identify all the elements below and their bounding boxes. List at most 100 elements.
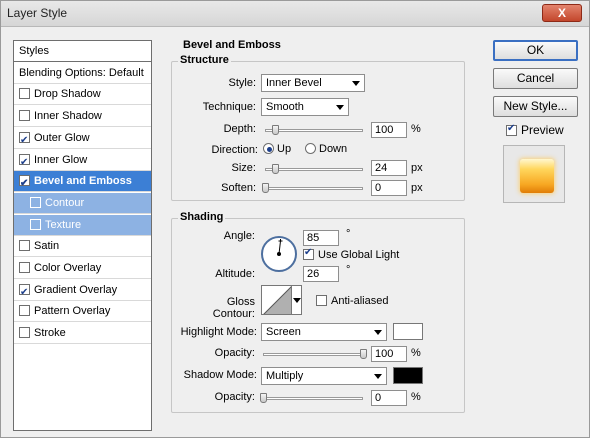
altitude-unit: ° bbox=[346, 264, 351, 276]
style-item-stroke-label: Stroke bbox=[34, 327, 66, 340]
style-dropdown[interactable]: Inner Bevel bbox=[261, 74, 365, 92]
shadow-color-swatch[interactable] bbox=[393, 367, 423, 384]
gloss-contour-dropdown[interactable] bbox=[291, 285, 302, 315]
style-item-inner-glow-label: Inner Glow bbox=[34, 153, 88, 166]
style-item-inner-shadow[interactable]: Inner Shadow bbox=[14, 106, 151, 128]
checkbox-unchecked-icon[interactable] bbox=[19, 240, 30, 252]
checkbox-checked-icon bbox=[506, 123, 517, 136]
checkbox-checked-icon[interactable] bbox=[19, 130, 30, 151]
depth-slider[interactable] bbox=[265, 129, 363, 132]
shadow-mode-label: Shadow Mode: bbox=[183, 369, 257, 381]
chevron-down-icon bbox=[374, 330, 382, 335]
checkbox-checked-icon[interactable] bbox=[19, 173, 30, 194]
shadow-mode-dropdown[interactable]: Multiply bbox=[261, 367, 387, 385]
style-item-texture-label: Texture bbox=[45, 218, 82, 231]
direction-down-label: Down bbox=[319, 143, 348, 155]
depth-label: Depth: bbox=[223, 123, 256, 135]
style-item-outer-glow[interactable]: Outer Glow bbox=[14, 128, 151, 151]
preview-thumbnail bbox=[520, 159, 554, 193]
checkbox-unchecked-icon[interactable] bbox=[19, 110, 30, 122]
angle-dial[interactable] bbox=[261, 236, 297, 272]
altitude-input[interactable]: 26 bbox=[303, 266, 339, 282]
angle-unit: ° bbox=[346, 228, 351, 240]
style-item-gradient-overlay[interactable]: Gradient Overlay bbox=[14, 280, 151, 303]
use-global-light-label: Use Global Light bbox=[318, 249, 400, 261]
highlight-opacity-label: Opacity: bbox=[214, 347, 255, 359]
chevron-down-icon bbox=[352, 81, 360, 86]
highlight-opacity-input[interactable]: 100 bbox=[371, 346, 407, 362]
chevron-down-icon bbox=[336, 105, 344, 110]
use-global-light-checkbox[interactable]: Use Global Light bbox=[303, 247, 400, 261]
shadow-opacity-slider[interactable] bbox=[263, 397, 363, 400]
checkbox-checked-icon bbox=[303, 247, 314, 260]
style-item-stroke[interactable]: Stroke bbox=[14, 323, 151, 345]
checkbox-unchecked-icon[interactable] bbox=[30, 218, 41, 230]
style-dropdown-value: Inner Bevel bbox=[266, 77, 322, 89]
ok-button[interactable]: OK bbox=[493, 40, 578, 61]
soften-unit: px bbox=[411, 182, 423, 194]
close-button[interactable]: X bbox=[542, 4, 582, 22]
checkbox-unchecked-icon[interactable] bbox=[19, 305, 30, 317]
styles-header-label: Styles bbox=[19, 45, 49, 57]
anti-aliased-label: Anti-aliased bbox=[331, 295, 389, 307]
style-item-satin[interactable]: Satin bbox=[14, 236, 151, 258]
checkbox-unchecked-icon[interactable] bbox=[19, 262, 30, 273]
style-item-drop-shadow[interactable]: Drop Shadow bbox=[14, 84, 151, 106]
shadow-opacity-thumb[interactable] bbox=[260, 393, 267, 403]
checkbox-unchecked-icon[interactable] bbox=[19, 327, 30, 339]
preview-label: Preview bbox=[521, 123, 564, 137]
technique-dropdown-value: Smooth bbox=[266, 101, 304, 113]
soften-input[interactable]: 0 bbox=[371, 180, 407, 196]
style-item-gradient-overlay-label: Gradient Overlay bbox=[34, 283, 118, 296]
depth-input[interactable]: 100 bbox=[371, 122, 407, 138]
anti-aliased-checkbox[interactable]: Anti-aliased bbox=[316, 295, 388, 307]
angle-input[interactable]: 85 bbox=[303, 230, 339, 246]
style-preview bbox=[503, 145, 565, 203]
style-item-color-overlay[interactable]: Color Overlay bbox=[14, 258, 151, 279]
shadow-opacity-input[interactable]: 0 bbox=[371, 390, 407, 406]
soften-slider-thumb[interactable] bbox=[262, 183, 269, 193]
highlight-opacity-slider[interactable] bbox=[263, 353, 363, 356]
checkbox-unchecked-icon[interactable] bbox=[30, 196, 41, 208]
highlight-mode-dropdown[interactable]: Screen bbox=[261, 323, 387, 341]
style-item-drop-shadow-label: Drop Shadow bbox=[34, 88, 101, 101]
style-item-blending-options-default[interactable]: Blending Options: Default bbox=[14, 63, 151, 84]
chevron-down-icon bbox=[374, 374, 382, 379]
checkbox-checked-icon[interactable] bbox=[19, 152, 30, 173]
style-item-pattern-overlay[interactable]: Pattern Overlay bbox=[14, 301, 151, 323]
checkbox-unchecked-icon[interactable] bbox=[19, 88, 30, 100]
direction-down-radio[interactable]: Down bbox=[305, 143, 347, 155]
style-item-bevel-and-emboss[interactable]: Bevel and Emboss bbox=[14, 171, 151, 194]
shadow-mode-value: Multiply bbox=[266, 370, 304, 382]
size-label: Size: bbox=[231, 162, 256, 174]
style-item-inner-glow[interactable]: Inner Glow bbox=[14, 150, 151, 173]
style-item-color-overlay-label: Color Overlay bbox=[34, 262, 102, 274]
depth-unit: % bbox=[411, 123, 421, 135]
highlight-opacity-unit: % bbox=[411, 347, 421, 359]
altitude-label: Altitude: bbox=[215, 268, 255, 280]
style-item-contour[interactable]: Contour bbox=[14, 192, 151, 214]
angle-indicator-icon bbox=[277, 239, 283, 256]
soften-slider[interactable] bbox=[265, 187, 363, 190]
highlight-color-swatch[interactable] bbox=[393, 323, 423, 340]
direction-label: Direction: bbox=[211, 144, 258, 156]
style-item-satin-label: Satin bbox=[34, 240, 60, 253]
direction-up-radio[interactable]: Up bbox=[263, 143, 291, 155]
size-input[interactable]: 24 bbox=[371, 160, 407, 176]
checkbox-checked-icon[interactable] bbox=[19, 282, 30, 303]
style-item-texture[interactable]: Texture bbox=[14, 214, 151, 236]
title-bar: Layer Style X bbox=[1, 1, 589, 27]
direction-up-label: Up bbox=[277, 143, 292, 155]
size-slider[interactable] bbox=[265, 168, 363, 171]
layer-style-dialog: Layer Style X Styles Blending Options: De… bbox=[0, 0, 590, 438]
highlight-opacity-thumb[interactable] bbox=[360, 349, 367, 359]
size-slider-thumb[interactable] bbox=[271, 164, 279, 174]
new-style-button[interactable]: New Style... bbox=[493, 96, 578, 117]
preview-checkbox[interactable]: Preview bbox=[506, 123, 564, 137]
technique-dropdown[interactable]: Smooth bbox=[261, 98, 349, 116]
technique-label: Technique: bbox=[202, 101, 256, 113]
cancel-button[interactable]: Cancel bbox=[493, 68, 578, 89]
size-unit: px bbox=[411, 162, 423, 174]
shadow-opacity-label: Opacity: bbox=[214, 391, 255, 403]
depth-slider-thumb[interactable] bbox=[271, 125, 279, 135]
